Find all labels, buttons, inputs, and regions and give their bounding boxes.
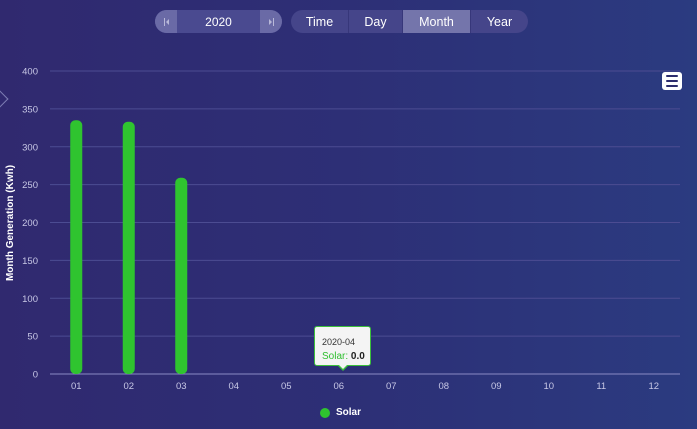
y-axis-ticks: 0 50 100 150 200 250 300 350 400: [22, 67, 38, 381]
y-tick-label: 250: [22, 180, 38, 191]
bar-02[interactable]: [122, 121, 135, 374]
bar-01[interactable]: [70, 120, 83, 374]
y-axis-label: Month Generation (Kwh): [5, 165, 16, 281]
y-tick-label: 300: [22, 142, 38, 153]
y-tick-label: 150: [22, 256, 38, 267]
y-tick-label: 350: [22, 104, 38, 115]
x-tick-label: 02: [123, 381, 134, 392]
y-tick-label: 50: [27, 332, 38, 343]
x-tick-label: 05: [281, 381, 292, 392]
x-tick-label: 12: [648, 381, 659, 392]
tooltip: 2020-04 Solar: 0.0: [314, 326, 371, 371]
x-tick-label: 04: [228, 381, 239, 392]
x-tick-label: 07: [386, 381, 397, 392]
x-tick-label: 08: [438, 381, 449, 392]
legend-item-solar[interactable]: Solar: [320, 407, 361, 418]
x-tick-label: 01: [71, 381, 82, 392]
x-tick-label: 11: [596, 381, 606, 392]
tooltip-title: 2020-04: [322, 337, 356, 347]
tooltip-value: 0.0: [350, 351, 365, 362]
y-tick-label: 400: [22, 67, 38, 78]
y-tick-label: 100: [22, 294, 38, 305]
x-tick-label: 10: [543, 381, 554, 392]
y-tick-label: 0: [33, 370, 38, 381]
legend-marker: [320, 407, 330, 418]
y-tick-label: 200: [22, 218, 38, 229]
bar-03[interactable]: [175, 177, 188, 374]
tooltip-row: Solar: 0.0: [322, 351, 365, 362]
tooltip-series: Solar: [322, 351, 346, 362]
x-tick-label: 06: [333, 381, 344, 392]
x-tick-label: 03: [176, 381, 187, 392]
x-axis-ticks: 01 02 03 04 05 06 07 08 09 10 11 12: [71, 381, 659, 392]
x-tick-label: 09: [491, 381, 502, 392]
legend-label: Solar: [336, 407, 362, 418]
